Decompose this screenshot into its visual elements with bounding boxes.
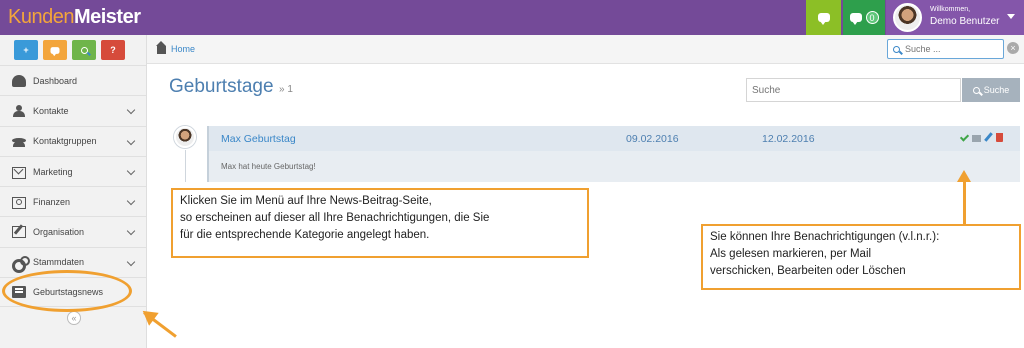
news-item-text: Max hat heute Geburtstag! [221, 162, 316, 171]
sidebar-item-dashboard[interactable]: Dashboard [0, 65, 146, 95]
news-item-header [209, 126, 1020, 151]
annotation-text: Als gelesen markieren, per Mail [710, 248, 872, 260]
annotation-arrow-diagonal [143, 311, 177, 338]
news-item-title[interactable]: Max Geburtstag [221, 133, 296, 145]
annotation-arrow-up [957, 170, 971, 224]
annotation-callout-actions: Sie können Ihre Benachrichtigungen (v.l.… [701, 224, 1021, 290]
group-icon [12, 135, 26, 148]
breadcrumb-home[interactable]: Home [171, 44, 195, 54]
annotation-text: für die entsprechende Kategorie angelegt… [180, 229, 430, 241]
user-menu[interactable]: Willkommen, Demo Benutzer [886, 0, 1024, 35]
list-search-button-label: Suche [983, 85, 1010, 95]
list-item: Max Geburtstag 09.02.2016 12.02.2016 Max… [207, 126, 1020, 182]
user-icon [12, 104, 26, 117]
chat-icon [817, 13, 830, 25]
clear-search-icon[interactable]: × [1007, 42, 1019, 54]
global-search-input[interactable] [905, 44, 995, 54]
home-icon [156, 41, 166, 54]
messages-count-badge: 0 [865, 11, 879, 24]
quick-search-button[interactable] [72, 40, 96, 60]
list-search-input[interactable] [746, 78, 961, 102]
user-avatar [893, 3, 922, 32]
breadcrumb-bar: Home × [147, 35, 1024, 64]
chat-icon [50, 46, 60, 56]
annotation-text: Klicken Sie im Menü auf Ihre News-Beitra… [180, 195, 432, 207]
welcome-text: Willkommen, [930, 6, 971, 13]
top-bar: KundenMeister 0 Willkommen, Demo Benutze… [0, 0, 1024, 35]
news-item-date-from: 09.02.2016 [626, 133, 679, 145]
brand-part2: Meister [73, 6, 141, 28]
chevron-down-icon [126, 257, 136, 267]
money-icon [12, 196, 26, 209]
edit-icon [12, 226, 26, 239]
annotation-callout-menu: Klicken Sie im Menü auf Ihre News-Beitra… [171, 188, 589, 258]
brand-logo[interactable]: KundenMeister [8, 5, 141, 29]
search-icon [893, 45, 900, 53]
search-icon [972, 86, 980, 94]
sidebar-item-kontakte[interactable]: Kontakte [0, 95, 146, 125]
sidebar-item-kontaktgruppen[interactable]: Kontaktgruppen [0, 125, 146, 156]
sidebar-collapse-button[interactable]: « [67, 311, 81, 325]
cogs-icon [12, 256, 30, 274]
sidebar-item-label: Finanzen [33, 196, 71, 207]
quick-actions: + ? [14, 40, 125, 60]
news-avatar [174, 126, 196, 148]
edit-icon[interactable] [984, 133, 993, 142]
quick-chat-button[interactable] [43, 40, 67, 60]
sidebar-item-label: Kontakte [33, 105, 69, 116]
messages-icon [849, 13, 862, 25]
sidebar-item-label: Marketing [33, 166, 73, 177]
sidebar-item-label: Organisation [33, 227, 85, 238]
sidebar-item-marketing[interactable]: Marketing [0, 155, 146, 186]
search-icon [80, 46, 88, 54]
sidebar-item-finanzen[interactable]: Finanzen [0, 186, 146, 216]
chat-button[interactable] [806, 0, 841, 35]
sidebar-item-label: Dashboard [33, 75, 78, 86]
list-search-button[interactable]: Suche [962, 78, 1020, 102]
messages-button[interactable]: 0 [843, 0, 885, 35]
mail-icon [12, 166, 26, 179]
chevron-down-icon [126, 227, 136, 236]
page-count: » 1 [279, 84, 293, 95]
username-text: Demo Benutzer [930, 16, 1000, 27]
sidebar-item-label: Stammdaten [33, 257, 85, 268]
annotation-text: so erscheinen auf dieser all Ihre Benach… [180, 212, 490, 224]
chevron-down-icon [126, 136, 136, 145]
chevron-down-icon [126, 106, 136, 115]
timeline-line [185, 150, 186, 182]
annotation-text: Sie können Ihre Benachrichtigungen (v.l.… [710, 231, 940, 243]
mark-read-icon[interactable] [960, 133, 969, 142]
annotation-text: verschicken, Bearbeiten oder Löschen [710, 265, 906, 277]
page-title: Geburtstage [169, 76, 274, 97]
send-mail-icon[interactable] [972, 135, 981, 142]
sidebar-item-organisation[interactable]: Organisation [0, 216, 146, 246]
breadcrumb[interactable]: Home [156, 41, 195, 54]
annotation-highlight-ellipse [2, 270, 132, 312]
chevron-down-icon [126, 196, 136, 206]
brand-part1: Kunden [8, 6, 74, 28]
news-item-actions [960, 133, 1003, 142]
caret-down-icon [1007, 14, 1015, 19]
delete-icon[interactable] [996, 133, 1003, 142]
news-item-date-to: 12.02.2016 [762, 133, 815, 145]
quick-add-button[interactable]: + [14, 40, 38, 60]
global-search[interactable] [887, 39, 1004, 59]
sidebar-item-label: Kontaktgruppen [33, 136, 97, 147]
chevron-down-icon [126, 166, 136, 176]
quick-help-button[interactable]: ? [101, 40, 125, 60]
dashboard-icon [12, 74, 26, 87]
